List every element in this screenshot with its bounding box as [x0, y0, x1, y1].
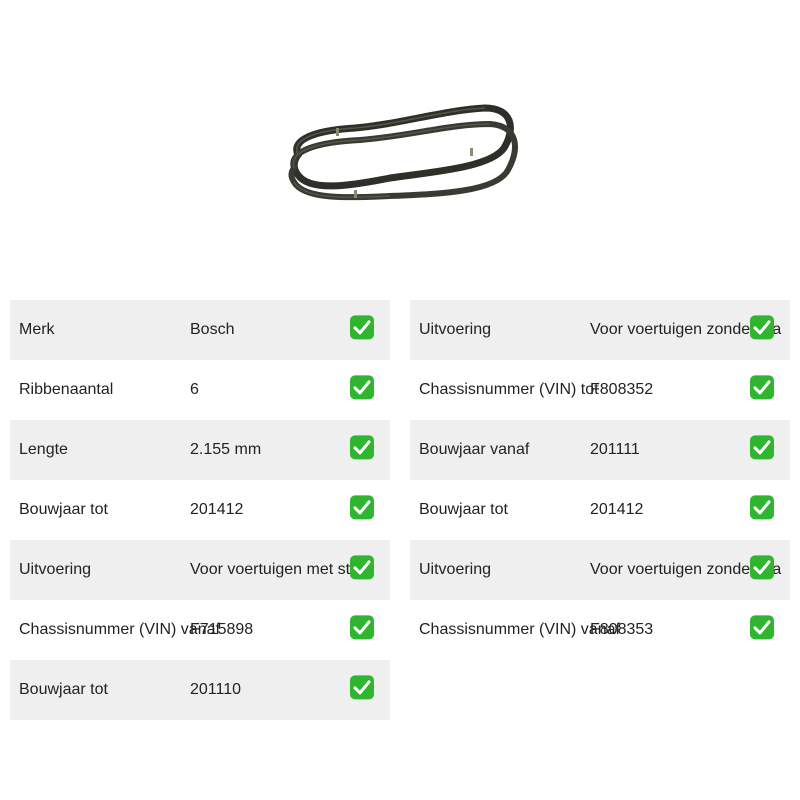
- spec-row: Merk Bosch: [10, 300, 390, 360]
- spec-row: Chassisnummer (VIN) vanaf F808353: [410, 600, 790, 660]
- check-mark-icon: [750, 555, 774, 580]
- check-mark-icon: [750, 315, 774, 340]
- spec-table-left: Merk Bosch Ribbenaantal 6 Lengte 2.155 m…: [10, 300, 390, 720]
- spec-value: 201111: [590, 441, 640, 458]
- check-mark-icon: [350, 555, 374, 580]
- spec-label: Uitvoering: [419, 561, 492, 578]
- spec-value: 201412: [590, 501, 644, 518]
- spec-label: Uitvoering: [419, 321, 492, 338]
- spec-row: Uitvoering Voor voertuigen met start/: [10, 540, 390, 600]
- spec-row: Chassisnummer (VIN) tot F808352: [410, 360, 790, 420]
- spec-label: Bouwjaar tot: [19, 501, 108, 518]
- spec-table-right: Uitvoering Voor voertuigen zonder sta Ch…: [410, 300, 790, 660]
- spec-label: Chassisnummer (VIN) tot: [419, 381, 599, 398]
- check-mark-icon: [350, 615, 374, 640]
- spec-label: Uitvoering: [19, 561, 92, 578]
- spec-value: F715898: [190, 621, 254, 638]
- check-mark-icon: [350, 375, 374, 400]
- check-mark-icon: [350, 495, 374, 520]
- spec-label: Bouwjaar tot: [19, 681, 108, 698]
- spec-label: Ribbenaantal: [19, 381, 114, 398]
- spec-value: 2.155 mm: [190, 441, 262, 458]
- check-mark-icon: [350, 435, 374, 460]
- spec-row: Uitvoering Voor voertuigen zonder sta: [410, 300, 790, 360]
- spec-label: Merk: [19, 321, 55, 338]
- spec-row: Bouwjaar tot 201110: [10, 660, 390, 720]
- check-mark-icon: [350, 315, 374, 340]
- spec-value: 201412: [190, 501, 244, 518]
- spec-label: Lengte: [19, 441, 68, 458]
- spec-row: Bouwjaar tot 201412: [410, 480, 790, 540]
- spec-value: 201110: [190, 681, 242, 698]
- serpentine-belt-image: [288, 104, 518, 201]
- spec-label: Bouwjaar tot: [419, 501, 508, 518]
- check-mark-icon: [350, 675, 374, 700]
- spec-row: Bouwjaar vanaf 201111: [410, 420, 790, 480]
- check-mark-icon: [750, 615, 774, 640]
- check-mark-icon: [750, 435, 774, 460]
- spec-value: F808352: [590, 381, 654, 398]
- spec-row: Uitvoering Voor voertuigen zonder sta: [410, 540, 790, 600]
- spec-row: Bouwjaar tot 201412: [10, 480, 390, 540]
- product-image: [280, 100, 520, 210]
- spec-value: 6: [190, 381, 199, 398]
- spec-row: Chassisnummer (VIN) vanaf F715898: [10, 600, 390, 660]
- check-mark-icon: [750, 375, 774, 400]
- spec-row: Lengte 2.155 mm: [10, 420, 390, 480]
- spec-value: Voor voertuigen met start/: [190, 561, 374, 578]
- spec-value: Bosch: [190, 321, 235, 338]
- spec-value: F808353: [590, 621, 654, 638]
- spec-row: Ribbenaantal 6: [10, 360, 390, 420]
- spec-label: Bouwjaar vanaf: [419, 441, 530, 458]
- check-mark-icon: [750, 495, 774, 520]
